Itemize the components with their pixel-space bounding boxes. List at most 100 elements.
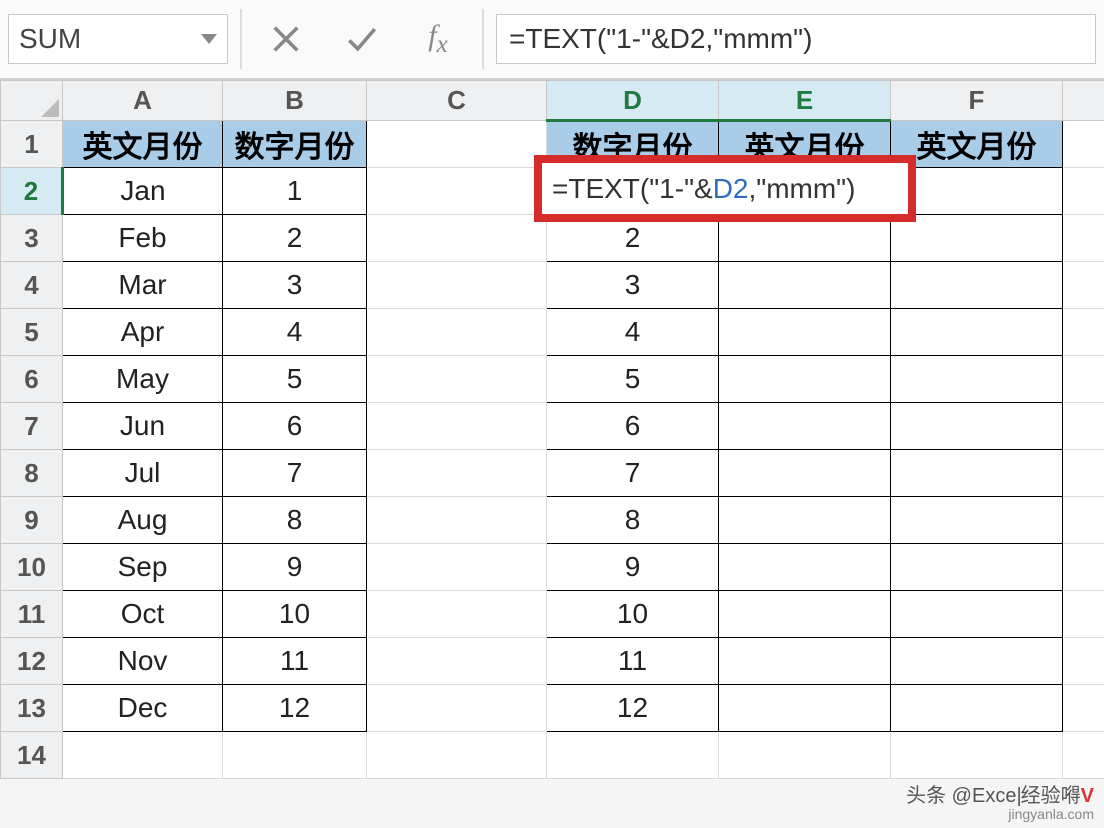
cell[interactable] — [367, 168, 547, 215]
cell[interactable] — [719, 685, 891, 732]
cell[interactable] — [1063, 356, 1104, 403]
cell[interactable] — [1063, 215, 1104, 262]
row-header[interactable]: 10 — [1, 544, 63, 591]
cell[interactable] — [891, 309, 1063, 356]
name-box[interactable]: SUM — [8, 14, 228, 64]
row-header[interactable]: 7 — [1, 403, 63, 450]
cell[interactable] — [719, 403, 891, 450]
cell[interactable]: Jul — [63, 450, 223, 497]
cell[interactable]: 9 — [223, 544, 367, 591]
cell[interactable]: 8 — [223, 497, 367, 544]
cell[interactable] — [223, 732, 367, 779]
cell[interactable] — [891, 685, 1063, 732]
cell[interactable] — [891, 544, 1063, 591]
cell[interactable]: 11 — [223, 638, 367, 685]
cell[interactable] — [719, 450, 891, 497]
cell[interactable]: Oct — [63, 591, 223, 638]
cell[interactable]: 4 — [223, 309, 367, 356]
cell[interactable]: Feb — [63, 215, 223, 262]
cell[interactable] — [1063, 497, 1104, 544]
cell[interactable] — [891, 356, 1063, 403]
cell[interactable] — [891, 168, 1063, 215]
cell[interactable] — [1063, 168, 1104, 215]
chevron-down-icon[interactable] — [201, 34, 217, 44]
cell[interactable] — [1063, 403, 1104, 450]
select-all-corner[interactable] — [1, 81, 63, 121]
cell[interactable]: 4 — [547, 309, 719, 356]
row-header[interactable]: 5 — [1, 309, 63, 356]
cell[interactable] — [1063, 685, 1104, 732]
insert-function-button[interactable]: fx — [406, 14, 470, 64]
cell[interactable] — [367, 356, 547, 403]
cell[interactable] — [367, 497, 547, 544]
row-header[interactable]: 8 — [1, 450, 63, 497]
cell[interactable] — [1063, 450, 1104, 497]
cell[interactable] — [719, 591, 891, 638]
cell[interactable]: Nov — [63, 638, 223, 685]
column-header[interactable]: F — [891, 81, 1063, 121]
cell[interactable]: Dec — [63, 685, 223, 732]
cell[interactable]: 6 — [547, 403, 719, 450]
row-header[interactable]: 1 — [1, 121, 63, 168]
cell[interactable] — [891, 497, 1063, 544]
column-header[interactable]: E — [719, 81, 891, 121]
cell[interactable] — [367, 544, 547, 591]
cell[interactable]: 数字月份 — [223, 121, 367, 168]
cell[interactable]: 10 — [223, 591, 367, 638]
column-header[interactable]: D — [547, 81, 719, 121]
cell[interactable]: 5 — [547, 356, 719, 403]
row-header[interactable]: 6 — [1, 356, 63, 403]
cell[interactable] — [719, 356, 891, 403]
cell[interactable]: 英文月份 — [891, 121, 1063, 168]
cell[interactable] — [367, 638, 547, 685]
cell[interactable]: Mar — [63, 262, 223, 309]
cell[interactable] — [719, 497, 891, 544]
cell[interactable] — [891, 638, 1063, 685]
cell[interactable]: 2 — [223, 215, 367, 262]
cell[interactable] — [719, 732, 891, 779]
column-header[interactable]: B — [223, 81, 367, 121]
cell[interactable] — [1063, 309, 1104, 356]
cell[interactable] — [1063, 121, 1104, 168]
cell[interactable] — [719, 262, 891, 309]
cell[interactable]: 9 — [547, 544, 719, 591]
row-header[interactable]: 4 — [1, 262, 63, 309]
cell[interactable] — [63, 732, 223, 779]
cell[interactable] — [367, 403, 547, 450]
cancel-button[interactable] — [254, 14, 318, 64]
cell[interactable]: 12 — [547, 685, 719, 732]
cell[interactable] — [1063, 544, 1104, 591]
cell[interactable]: 英文月份 — [63, 121, 223, 168]
cell[interactable] — [891, 262, 1063, 309]
cell[interactable]: Aug — [63, 497, 223, 544]
cell[interactable] — [367, 309, 547, 356]
cell[interactable] — [719, 309, 891, 356]
cell[interactable]: 5 — [223, 356, 367, 403]
cell[interactable] — [367, 215, 547, 262]
row-header[interactable]: 13 — [1, 685, 63, 732]
cell[interactable] — [1063, 732, 1104, 779]
cell[interactable] — [367, 121, 547, 168]
row-header[interactable]: 2 — [1, 168, 63, 215]
cell[interactable] — [367, 262, 547, 309]
cell[interactable]: 12 — [223, 685, 367, 732]
cell[interactable] — [367, 591, 547, 638]
cell[interactable] — [891, 215, 1063, 262]
cell[interactable]: 8 — [547, 497, 719, 544]
cell[interactable] — [719, 638, 891, 685]
cell[interactable] — [1063, 638, 1104, 685]
row-header[interactable]: 9 — [1, 497, 63, 544]
cell[interactable]: Jun — [63, 403, 223, 450]
cell[interactable] — [891, 450, 1063, 497]
formula-input[interactable]: =TEXT("1-"&D2,"mmm") — [496, 14, 1096, 64]
cell[interactable]: 7 — [547, 450, 719, 497]
row-header[interactable]: 11 — [1, 591, 63, 638]
cell[interactable] — [367, 685, 547, 732]
column-header[interactable]: C — [367, 81, 547, 121]
cell[interactable] — [891, 732, 1063, 779]
cell[interactable]: 7 — [223, 450, 367, 497]
cell-editor[interactable]: =TEXT("1-"&D2,"mmm") — [534, 155, 916, 222]
cell[interactable] — [1063, 262, 1104, 309]
row-header[interactable]: 14 — [1, 732, 63, 779]
cell[interactable] — [719, 544, 891, 591]
